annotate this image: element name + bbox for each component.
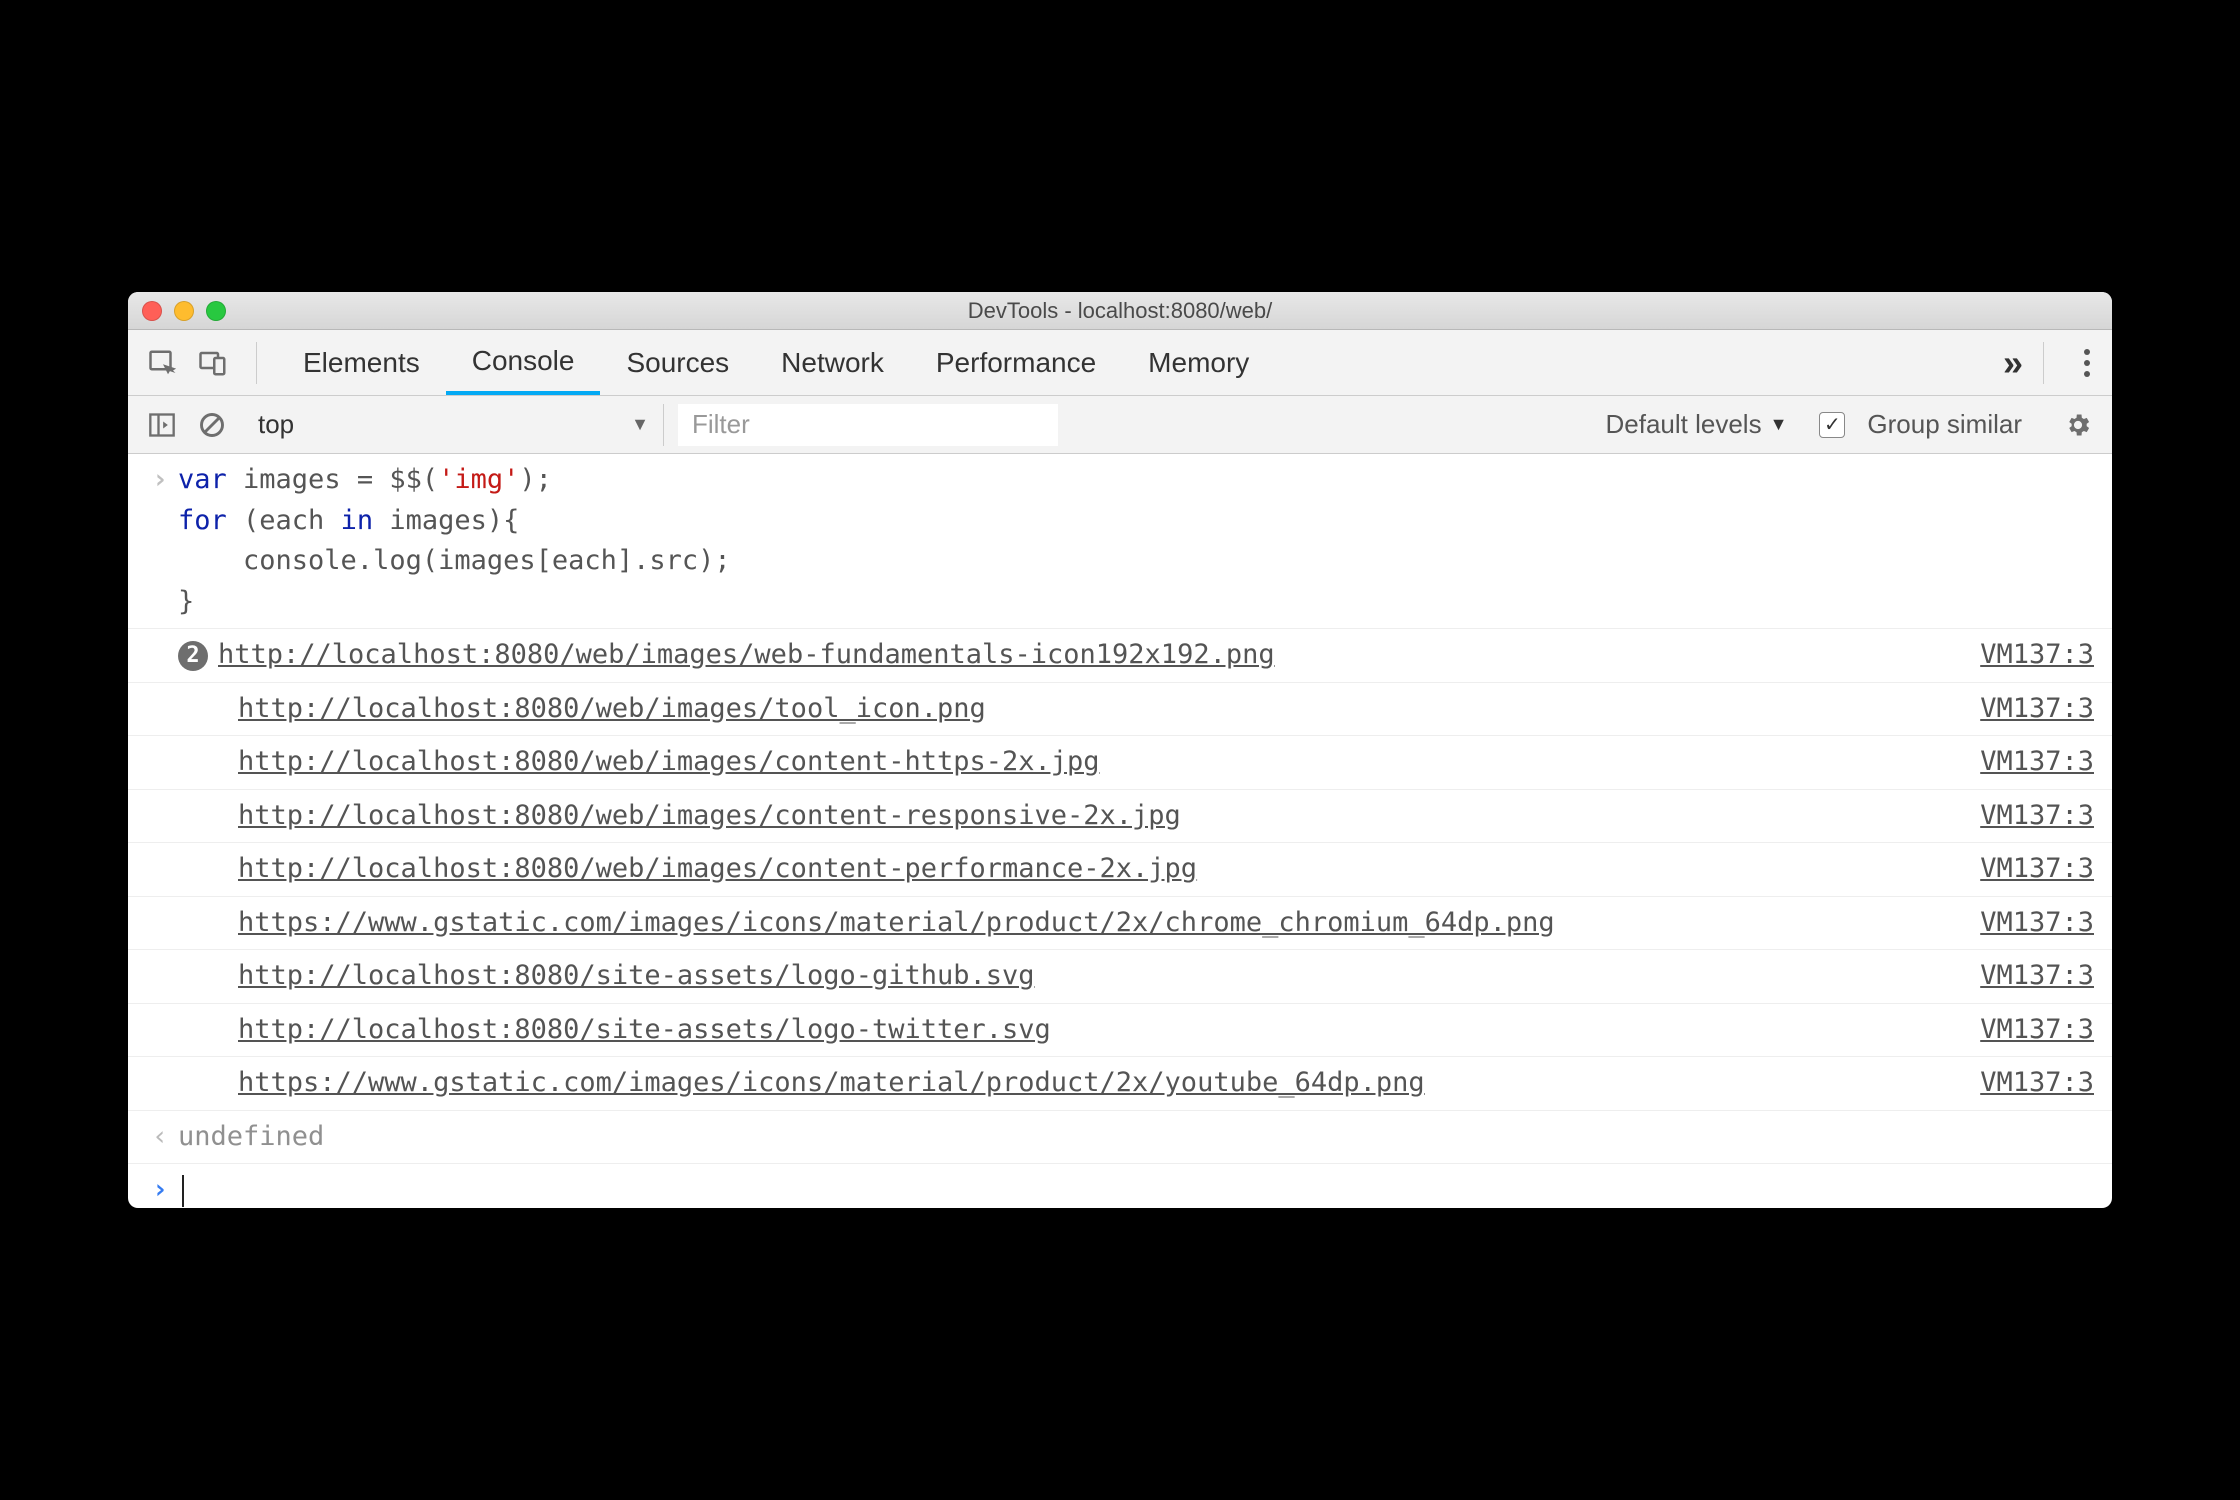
tab-memory[interactable]: Memory: [1122, 330, 1275, 395]
close-window-button[interactable]: [142, 301, 162, 321]
console-return-row: ‹ undefined: [128, 1111, 2112, 1165]
console-log-row: http://localhost:8080/web/images/content…: [128, 736, 2112, 790]
console-input-row: › var images = $$('img'); for (each in i…: [128, 454, 2112, 629]
output-caret-icon: ‹: [152, 1117, 168, 1158]
repeat-count-badge: 2: [178, 641, 208, 671]
input-code[interactable]: var images = $$('img'); for (each in ima…: [178, 460, 2094, 622]
input-caret-icon: ›: [152, 460, 168, 501]
dropdown-icon: ▼: [631, 414, 649, 435]
text-cursor: [182, 1175, 184, 1207]
dropdown-icon: ▼: [1770, 414, 1788, 435]
return-value: undefined: [178, 1117, 2094, 1158]
inspect-element-icon[interactable]: [140, 340, 186, 386]
log-url-link[interactable]: http://localhost:8080/site-assets/logo-g…: [238, 960, 1035, 991]
log-url-link[interactable]: https://www.gstatic.com/images/icons/mat…: [238, 1067, 1425, 1098]
separator: [2043, 342, 2044, 384]
tab-elements[interactable]: Elements: [277, 330, 446, 395]
more-tabs-icon[interactable]: »: [2003, 342, 2013, 384]
prompt-caret-icon: ›: [152, 1170, 168, 1208]
console-log-row: https://www.gstatic.com/images/icons/mat…: [128, 1057, 2112, 1111]
group-similar-checkbox[interactable]: ✓: [1819, 412, 1845, 438]
console-log-row: http://localhost:8080/site-assets/logo-g…: [128, 950, 2112, 1004]
log-url-link[interactable]: https://www.gstatic.com/images/icons/mat…: [238, 907, 1555, 938]
log-url-link[interactable]: http://localhost:8080/site-assets/logo-t…: [238, 1014, 1051, 1045]
titlebar: DevTools - localhost:8080/web/: [128, 292, 2112, 330]
console-log-row: http://localhost:8080/web/images/tool_ic…: [128, 683, 2112, 737]
separator: [256, 342, 257, 384]
log-source-link[interactable]: VM137:3: [1980, 689, 2094, 730]
log-url-link[interactable]: http://localhost:8080/web/images/web-fun…: [218, 639, 1275, 670]
log-source-link[interactable]: VM137:3: [1980, 742, 2094, 783]
log-url-link[interactable]: http://localhost:8080/web/images/content…: [238, 800, 1181, 831]
console-log-row: http://localhost:8080/web/images/content…: [128, 843, 2112, 897]
tabs-host: ElementsConsoleSourcesNetworkPerformance…: [277, 330, 1275, 395]
tab-performance[interactable]: Performance: [910, 330, 1122, 395]
console-settings-icon[interactable]: [2060, 407, 2096, 443]
console-log-row: http://localhost:8080/web/images/content…: [128, 790, 2112, 844]
console-filter-input[interactable]: [678, 404, 1058, 446]
log-url-link[interactable]: http://localhost:8080/web/images/content…: [238, 746, 1100, 777]
log-source-link[interactable]: VM137:3: [1980, 849, 2094, 890]
log-source-link[interactable]: VM137:3: [1980, 796, 2094, 837]
log-levels-select[interactable]: Default levels ▼: [1606, 409, 1788, 440]
show-console-sidebar-icon[interactable]: [144, 407, 180, 443]
console-log-row: https://www.gstatic.com/images/icons/mat…: [128, 897, 2112, 951]
device-mode-icon[interactable]: [190, 340, 236, 386]
devtools-menu-icon[interactable]: [2074, 349, 2100, 377]
console-prompt-row[interactable]: ›: [128, 1164, 2112, 1208]
log-url-link[interactable]: http://localhost:8080/web/images/tool_ic…: [238, 693, 986, 724]
console-toolbar: top ▼ Default levels ▼ ✓ Group similar: [128, 396, 2112, 454]
log-source-link[interactable]: VM137:3: [1980, 956, 2094, 997]
tab-console[interactable]: Console: [446, 330, 601, 395]
levels-label: Default levels: [1606, 409, 1762, 440]
tab-sources[interactable]: Sources: [600, 330, 755, 395]
group-similar-label: Group similar: [1867, 409, 2022, 440]
tabs-overflow: »: [2003, 342, 2100, 384]
clear-console-icon[interactable]: [194, 407, 230, 443]
devtools-window: DevTools - localhost:8080/web/ ElementsC…: [128, 292, 2112, 1208]
log-source-link[interactable]: VM137:3: [1980, 635, 2094, 676]
window-title: DevTools - localhost:8080/web/: [128, 298, 2112, 324]
console-output: › var images = $$('img'); for (each in i…: [128, 454, 2112, 1208]
console-log-row: 2 http://localhost:8080/web/images/web-fu…: [128, 629, 2112, 683]
log-url-link[interactable]: http://localhost:8080/web/images/content…: [238, 853, 1197, 884]
log-source-link[interactable]: VM137:3: [1980, 1063, 2094, 1104]
minimize-window-button[interactable]: [174, 301, 194, 321]
log-source-link[interactable]: VM137:3: [1980, 903, 2094, 944]
console-log-row: http://localhost:8080/site-assets/logo-t…: [128, 1004, 2112, 1058]
execution-context-select[interactable]: top ▼: [244, 404, 664, 446]
tab-network[interactable]: Network: [755, 330, 910, 395]
context-value: top: [258, 409, 294, 440]
devtools-tabbar: ElementsConsoleSourcesNetworkPerformance…: [128, 330, 2112, 396]
window-controls: [142, 301, 226, 321]
zoom-window-button[interactable]: [206, 301, 226, 321]
log-source-link[interactable]: VM137:3: [1980, 1010, 2094, 1051]
